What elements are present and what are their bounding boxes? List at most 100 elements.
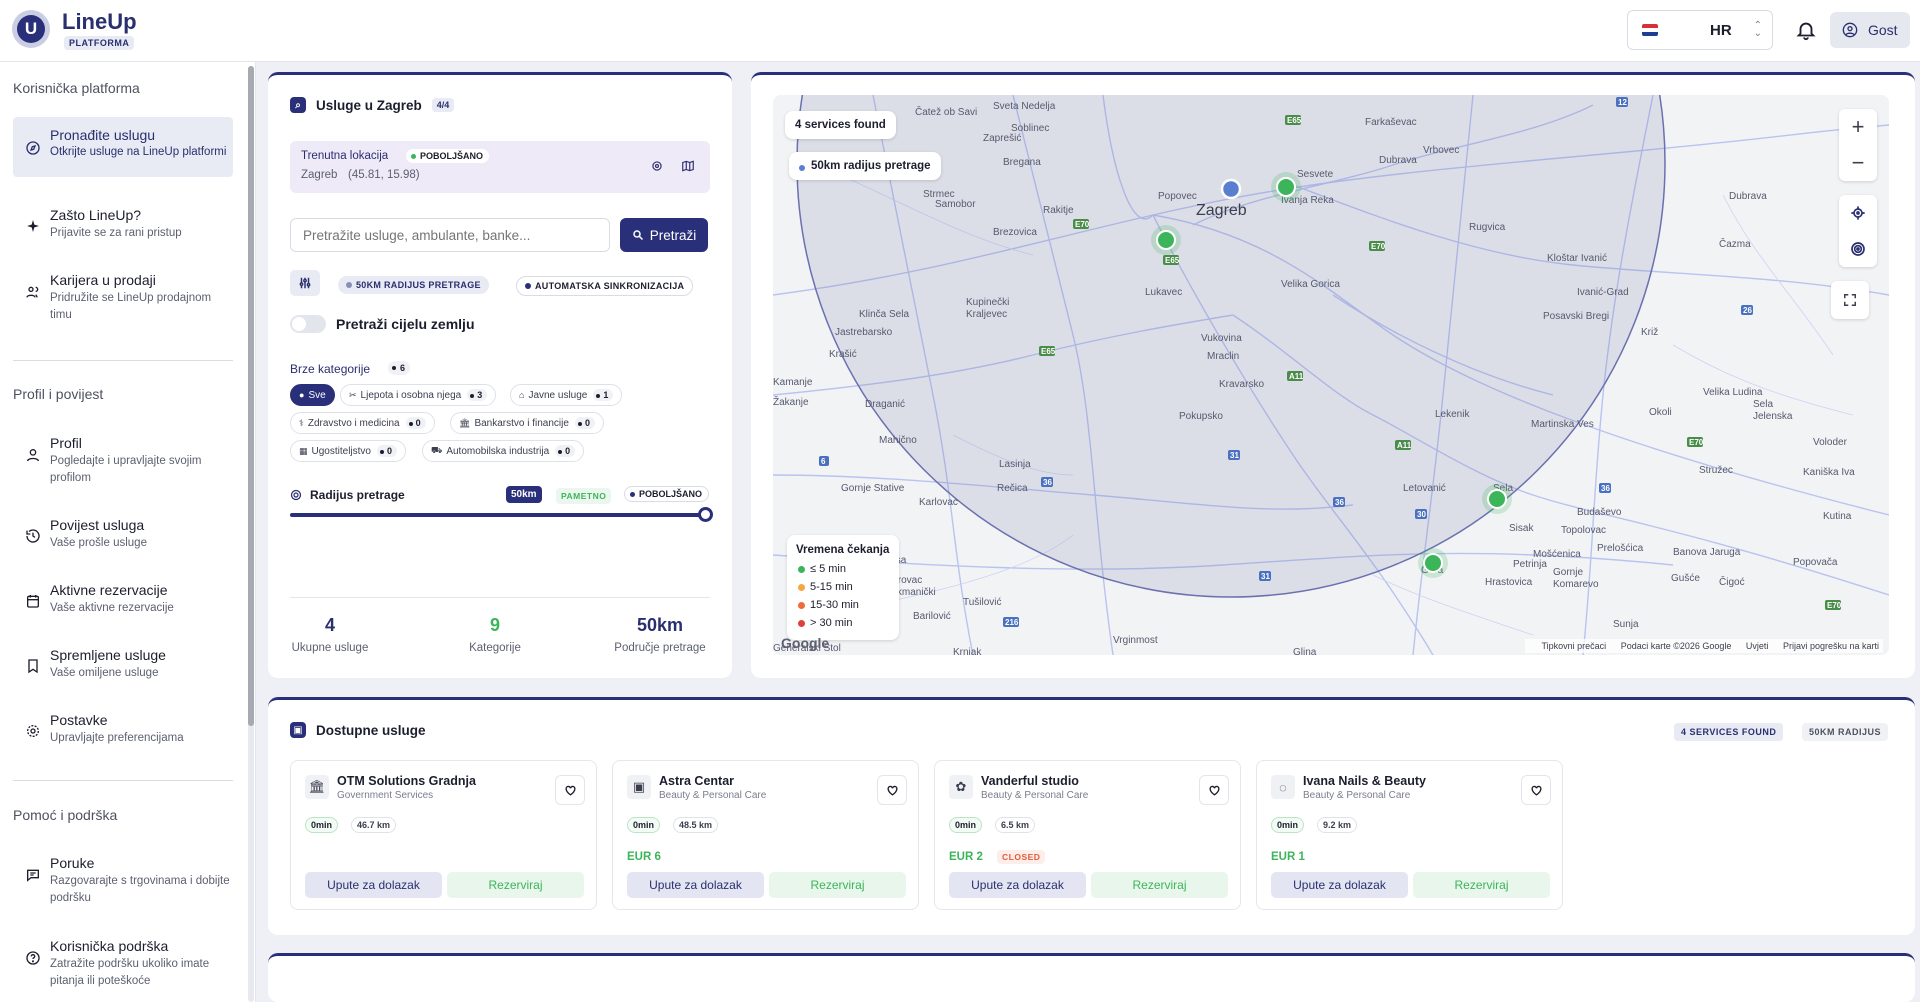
service-logo: ◌	[1271, 775, 1295, 799]
search-button[interactable]: Pretraži	[620, 218, 708, 252]
category-banking[interactable]: 🏛 Bankarstvo i financije 0	[450, 412, 604, 434]
svg-text:A11: A11	[1397, 441, 1412, 450]
bell-icon[interactable]	[1795, 18, 1817, 42]
svg-text:Farkaševac: Farkaševac	[1365, 117, 1417, 128]
category-public-services[interactable]: ⌂ Javne usluge 1	[510, 384, 623, 406]
favorite-button[interactable]	[1199, 775, 1229, 805]
map-icon[interactable]	[681, 159, 695, 173]
category-label: Javne usluge	[528, 389, 588, 401]
sidebar-item-desc: Pogledajte i upravljajte svojim profilom	[50, 455, 202, 484]
sidebar-item-messages[interactable]: Poruke Razgovarajte s trgovinama i dobij…	[13, 855, 233, 905]
svg-text:Pokupsko: Pokupsko	[1179, 411, 1223, 422]
whole-country-label: Pretraži cijelu zemlju	[336, 316, 475, 332]
service-card[interactable]: 🏛 OTM Solutions Gradnja Government Servi…	[290, 760, 597, 910]
radius-slider-thumb[interactable]	[698, 507, 713, 522]
quick-categories-count: 6	[388, 361, 411, 375]
category-beauty[interactable]: ✂ Ljepota i osobna njega 3	[340, 384, 497, 406]
zoom-out-button[interactable]: −	[1839, 145, 1877, 181]
divider	[290, 597, 710, 598]
category-hospitality[interactable]: ▦ Ugostiteljstvo 0	[290, 440, 406, 462]
svg-text:Kaniška Iva: Kaniška Iva	[1803, 467, 1855, 478]
book-button[interactable]: Rezerviraj	[447, 872, 584, 898]
locate-icon[interactable]	[650, 159, 664, 173]
service-name: OTM Solutions Gradnja	[337, 774, 476, 788]
radius-improved-badge: POBOLJŠANO	[624, 486, 710, 502]
sidebar-item-profile[interactable]: Profil Pogledajte i upravljajte svojim p…	[13, 435, 233, 485]
svg-text:Sela: Sela	[1753, 399, 1773, 410]
guest-label: Gost	[1868, 22, 1898, 38]
legend-item: 5-15 min	[796, 578, 890, 596]
service-card[interactable]: ▣ Astra Centar Beauty & Personal Care 0m…	[612, 760, 919, 910]
bookmark-icon	[28, 659, 38, 674]
svg-text:Kutina: Kutina	[1823, 511, 1852, 522]
svg-text:Vrbovec: Vrbovec	[1423, 145, 1459, 156]
target-icon	[290, 489, 302, 501]
favorite-button[interactable]	[555, 775, 585, 805]
keyboard-shortcuts-link[interactable]: Tipkovni prečaci	[1541, 641, 1606, 651]
svg-text:Vrginmost: Vrginmost	[1113, 635, 1158, 646]
sidebar-scrollbar[interactable]	[248, 66, 254, 1002]
report-error-link[interactable]: Prijavi pogrešku na karti	[1783, 641, 1879, 651]
category-label: Zdravstvo i medicina	[307, 417, 400, 429]
category-automotive[interactable]: ⛟ Automobilska industrija 0	[422, 440, 585, 462]
book-button[interactable]: Rezerviraj	[1091, 872, 1228, 898]
directions-button[interactable]: Upute za dolazak	[1271, 872, 1408, 898]
sidebar-item-sales-career[interactable]: Karijera u prodaji Pridružite se LineUp …	[13, 272, 233, 322]
book-button[interactable]: Rezerviraj	[1413, 872, 1550, 898]
guest-user-button[interactable]: Gost	[1830, 12, 1910, 48]
search-panel-header: ⌕ Usluge u Zagreb 4/4	[290, 97, 455, 113]
service-card[interactable]: ✿ Vanderful studio Beauty & Personal Car…	[934, 760, 1241, 910]
logo-letter: U	[17, 15, 45, 43]
calendar-icon	[27, 595, 39, 608]
svg-text:Krnjak: Krnjak	[953, 647, 982, 655]
directions-button[interactable]: Upute za dolazak	[305, 872, 442, 898]
sidebar-item-title: Profil	[50, 435, 82, 451]
svg-text:Banova Jaruga: Banova Jaruga	[1673, 547, 1741, 558]
svg-text:Tušilović: Tušilović	[963, 597, 1002, 608]
auto-sync-chip: AUTOMATSKA SINKRONIZACIJA	[516, 276, 694, 296]
heart-icon	[886, 785, 898, 796]
locate-icon[interactable]	[1850, 205, 1866, 221]
wait-time-legend: Vremena čekanja ≤ 5 min 5-15 min 15-30 m…	[787, 535, 899, 640]
map-canvas[interactable]: Čatež ob Savi Zaprešić Sveta Nedelja Sobli…	[773, 95, 1889, 655]
sidebar-item-settings[interactable]: Postavke Upravljajte preferencijama	[13, 712, 233, 752]
search-input[interactable]	[290, 218, 610, 252]
favorite-button[interactable]	[1521, 775, 1551, 805]
scrollbar-thumb[interactable]	[248, 66, 254, 726]
sidebar-item-saved-services[interactable]: Spremljene usluge Vaše omiljene usluge	[13, 647, 233, 687]
sidebar-item-active-reservations[interactable]: Aktivne rezervacije Vaše aktivne rezerva…	[13, 582, 233, 622]
svg-text:Velika Ludina: Velika Ludina	[1703, 387, 1763, 398]
svg-text:Lasinja: Lasinja	[999, 459, 1031, 470]
fullscreen-button[interactable]	[1831, 281, 1869, 319]
next-panel	[268, 953, 1915, 1002]
favorite-button[interactable]	[877, 775, 907, 805]
category-count: 0	[574, 417, 595, 429]
svg-text:E70: E70	[1689, 438, 1704, 447]
stat-label: Područje pretrage	[614, 642, 706, 654]
whole-country-toggle[interactable]	[290, 315, 326, 333]
location-controls	[1839, 195, 1877, 267]
svg-text:26: 26	[1743, 306, 1752, 315]
svg-text:Rečica: Rečica	[997, 483, 1028, 494]
terms-link[interactable]: Uvjeti	[1746, 641, 1769, 651]
sidebar-item-find-service[interactable]: Pronađite uslugu Otkrijte usluge na Line…	[13, 117, 233, 177]
sidebar-item-service-history[interactable]: Povijest usluga Vaše prošle usluge	[13, 517, 233, 557]
book-button[interactable]: Rezerviraj	[769, 872, 906, 898]
car-icon: ⛟	[431, 445, 443, 455]
divider	[13, 780, 233, 781]
zoom-in-button[interactable]: +	[1839, 109, 1877, 145]
language-select[interactable]: HR ⌃ ⌄	[1627, 10, 1773, 50]
sidebar-item-customer-support[interactable]: Korisnička podrška Zatražite podršku uko…	[13, 938, 233, 988]
service-card[interactable]: ◌ Ivana Nails & Beauty Beauty & Personal…	[1256, 760, 1563, 910]
directions-button[interactable]: Upute za dolazak	[949, 872, 1086, 898]
svg-text:Krašić: Krašić	[829, 349, 857, 360]
sidebar-item-title: Pronađite uslugu	[50, 127, 156, 143]
target-icon[interactable]	[1850, 241, 1866, 257]
logo[interactable]: U	[12, 10, 50, 48]
category-all[interactable]: ● Sve	[290, 384, 335, 406]
category-health[interactable]: ⚕ Zdravstvo i medicina 0	[290, 412, 435, 434]
filter-button[interactable]	[290, 270, 320, 296]
radius-slider-track[interactable]	[290, 513, 708, 517]
sidebar-item-why-lineup[interactable]: Zašto LineUp? Prijavite se za rani prist…	[13, 207, 233, 247]
directions-button[interactable]: Upute za dolazak	[627, 872, 764, 898]
